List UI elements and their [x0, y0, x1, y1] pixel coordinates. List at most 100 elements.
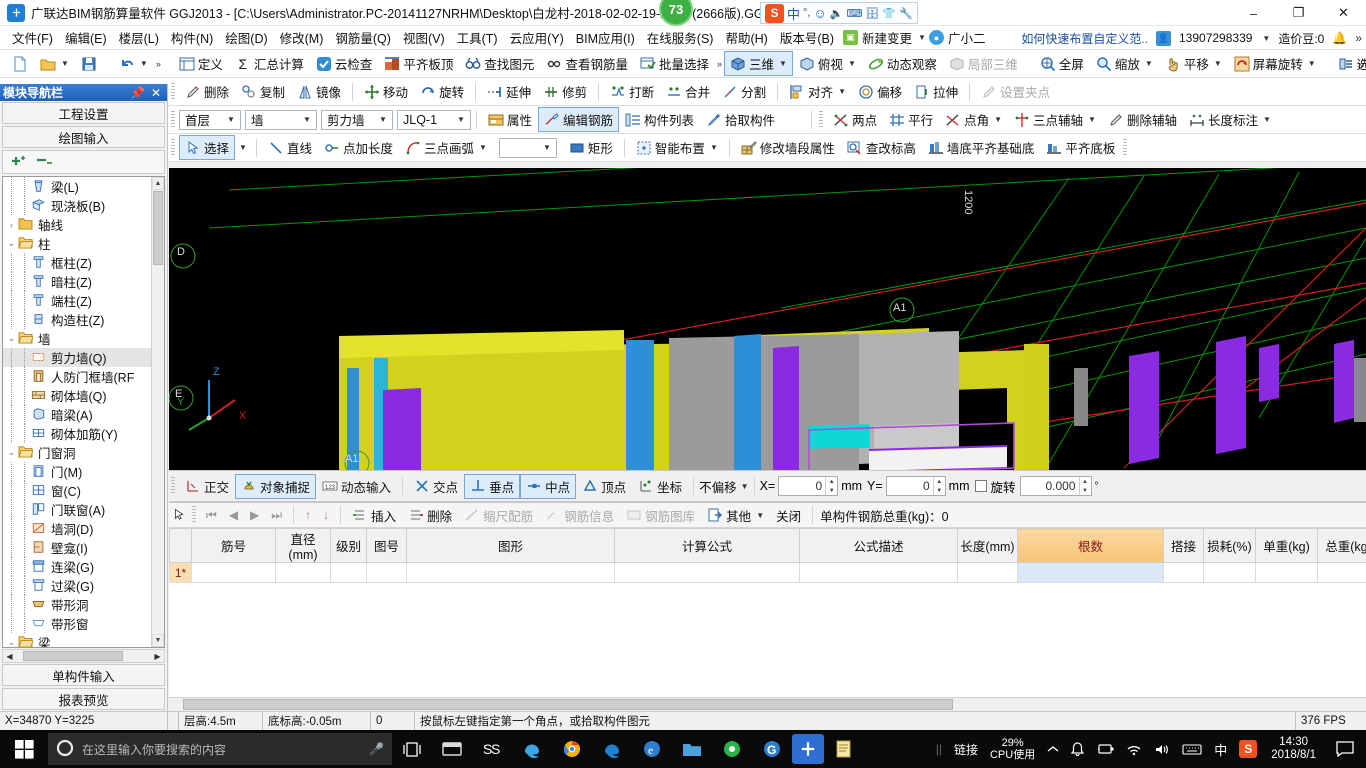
table-cell[interactable]	[1017, 562, 1164, 583]
rebar-toolbar-grip[interactable]	[192, 506, 196, 524]
toolbar4-end-grip[interactable]	[1123, 138, 1128, 157]
tree-item-24[interactable]: ⌄ 梁	[3, 633, 151, 647]
tree-vertical-scrollbar[interactable]: ▲ ▼	[151, 177, 164, 647]
rotate-button[interactable]: 旋转	[414, 79, 470, 104]
tree-expander-icon[interactable]: ›	[5, 220, 18, 230]
insert-row-button[interactable]: 插入	[346, 503, 402, 528]
qq-browser-icon[interactable]	[712, 730, 752, 768]
column-header-8[interactable]: 长度(mm)	[957, 528, 1018, 563]
edit-rebar-button[interactable]: 编辑钢筋	[538, 107, 620, 132]
assistant-button[interactable]: 广小二	[947, 26, 987, 49]
ortho-toggle[interactable]: 正交	[179, 474, 235, 499]
delete-axis-button[interactable]: 删除辅轴	[1102, 107, 1183, 132]
edge-icon[interactable]	[592, 730, 632, 768]
column-header-7[interactable]: 公式描述	[799, 528, 958, 563]
menu-modify[interactable]: 修改(M)	[274, 26, 330, 49]
ime-emoji-icon[interactable]: ☺	[813, 6, 826, 21]
delete-button[interactable]: 删除	[179, 79, 235, 104]
stretch-button[interactable]: 拉伸	[908, 79, 964, 104]
rebar-library-button[interactable]: 钢筋图库	[620, 503, 701, 528]
ime-keyboard-icon[interactable]: ⌨	[846, 7, 862, 20]
battery-icon[interactable]	[1090, 743, 1120, 755]
chrome-icon[interactable]	[552, 730, 592, 768]
rebar-grid[interactable]: 筋号 直径(mm) 级别 图号 图形 计算公式 公式描述 长度(mm) 根数 搭接 损耗(%) 单重(…	[169, 528, 1366, 697]
expand-all-icon[interactable]	[9, 154, 27, 171]
toolbar2-grip[interactable]	[171, 82, 175, 101]
y-spin-down[interactable]: ▼	[934, 486, 945, 495]
sum-calc-button[interactable]: Σ 汇总计算	[229, 51, 310, 76]
extend-button[interactable]: 延伸	[481, 79, 537, 104]
other-button[interactable]: 其他 ▼	[701, 503, 770, 528]
google-g-icon[interactable]: G	[752, 730, 792, 768]
snap-vertex[interactable]: 顶点	[576, 474, 632, 499]
rotate-spin-down[interactable]: ▼	[1080, 486, 1091, 495]
zoom-button[interactable]: 缩放 ▼	[1090, 51, 1159, 76]
toolbar3-grip[interactable]	[171, 110, 175, 129]
point-angle-dropdown-icon[interactable]: ▼	[994, 115, 1002, 124]
draw-extra-combo[interactable]: ▼	[498, 137, 557, 158]
zoom-dropdown-icon[interactable]: ▼	[1145, 59, 1153, 68]
split-button[interactable]: 分割	[716, 79, 772, 104]
ime-mode-label[interactable]: 中	[787, 4, 800, 23]
connect-label[interactable]: 链接	[948, 741, 984, 758]
undo-button[interactable]: ▼	[113, 53, 154, 75]
notepad-icon[interactable]	[824, 730, 864, 768]
toolbar1-overflow-icon[interactable]: »	[154, 59, 163, 69]
cloud-check-button[interactable]: 云检查	[310, 51, 379, 76]
snap-midpoint[interactable]: 中点	[520, 473, 577, 499]
align-dropdown-icon[interactable]: ▼	[838, 87, 846, 96]
restore-button[interactable]: ❐	[1276, 0, 1321, 26]
scroll-right-icon[interactable]: ▶	[151, 652, 164, 661]
smart-layout-button[interactable]: 智能布置 ▼	[630, 135, 724, 160]
tree-item-15[interactable]: 门(M)	[3, 462, 151, 481]
tree-item-11[interactable]: 砌体墙(Q)	[3, 386, 151, 405]
table-cell[interactable]	[1163, 562, 1204, 583]
menu-member[interactable]: 构件(N)	[165, 26, 219, 49]
top-view-button[interactable]: 俯视 ▼	[793, 51, 862, 76]
tree-horizontal-scrollbar[interactable]: ◀ ▶	[2, 649, 165, 663]
menu-help[interactable]: 帮助(H)	[719, 26, 773, 49]
three-point-axis-button[interactable]: 三点辅轴 ▼	[1008, 107, 1102, 132]
table-cell[interactable]	[614, 562, 800, 583]
menu-view[interactable]: 视图(V)	[397, 26, 451, 49]
menu-tools[interactable]: 工具(T)	[451, 26, 504, 49]
view-3d-button[interactable]: 三维 ▼	[723, 51, 793, 76]
toolbar1-mid-overflow-icon[interactable]: »	[715, 59, 724, 69]
trim-button[interactable]: 修剪	[537, 79, 593, 104]
check-elevation-button[interactable]: 查改标高	[841, 135, 922, 160]
tree-item-23[interactable]: 带形窗	[3, 614, 151, 633]
cpu-usage-indicator[interactable]: 29% CPU使用	[984, 737, 1041, 761]
select-tool-button[interactable]: 选择	[179, 135, 236, 160]
length-dim-button[interactable]: 长度标注 ▼	[1183, 107, 1277, 132]
tree-item-0[interactable]: 梁(L)	[3, 177, 151, 196]
pin-icon[interactable]: 📌	[130, 86, 145, 100]
partial-3d-button[interactable]: 局部三维	[943, 51, 1024, 76]
ime-card-icon[interactable]: 🗄	[865, 7, 879, 20]
arc-dropdown-icon[interactable]: ▼	[479, 143, 487, 152]
y-spin-up[interactable]: ▲	[934, 477, 945, 486]
line-tool-button[interactable]: 直线	[262, 135, 318, 160]
two-point-axis-button[interactable]: 两点	[827, 107, 883, 132]
menu-floor[interactable]: 楼层(L)	[113, 26, 165, 49]
tree-item-19[interactable]: 壁龛(I)	[3, 538, 151, 557]
y-coord-input[interactable]: 0 ▲ ▼	[885, 476, 946, 496]
rotate-checkbox[interactable]	[974, 480, 987, 492]
table-cell[interactable]	[191, 562, 276, 583]
grid-horizontal-scrollbar[interactable]	[169, 697, 1366, 711]
pan-dropdown-icon[interactable]: ▼	[1214, 59, 1222, 68]
menubar-overflow-icon[interactable]: »	[1355, 31, 1362, 45]
sogou-icon[interactable]: S	[1233, 740, 1263, 758]
scroll-left-icon[interactable]: ◀	[3, 652, 16, 661]
orbit-button[interactable]: 动态观察	[862, 51, 943, 76]
grid-hscroll-thumb[interactable]	[183, 699, 953, 710]
bell-icon[interactable]	[1065, 742, 1090, 756]
tree-item-14[interactable]: ⌄ 门窗洞	[3, 443, 151, 462]
move-down-button[interactable]: ↓	[317, 508, 335, 522]
glodon-icon[interactable]	[792, 734, 824, 764]
notification-badge[interactable]: 73	[659, 0, 693, 26]
promo-link[interactable]: 如何快速布置自定义范..	[1021, 30, 1148, 47]
smart-layout-dropdown-icon[interactable]: ▼	[710, 143, 718, 152]
new-change-button[interactable]: 新建变更	[861, 26, 913, 49]
single-member-input-button[interactable]: 单构件输入	[2, 664, 165, 686]
project-settings-button[interactable]: 工程设置	[2, 102, 165, 124]
